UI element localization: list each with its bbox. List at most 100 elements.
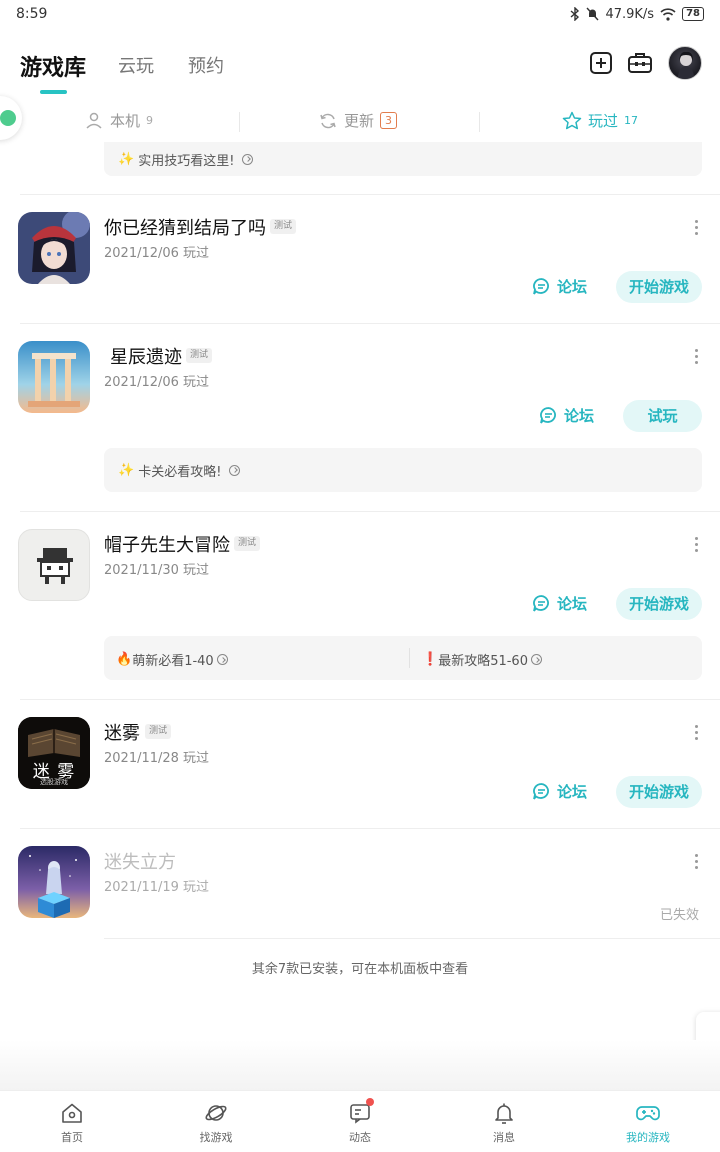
forum-label: 论坛 [557, 278, 588, 296]
header: 游戏库 云玩 预约 [0, 40, 720, 100]
tip-banner[interactable]: ✨ 卡关必看攻略! [104, 448, 702, 492]
game-title[interactable]: 迷失立方 [104, 848, 176, 874]
filter-row: 本机 9 更新 3 玩过 17 [0, 104, 720, 142]
tip-banner[interactable]: ✨ 实用技巧看这里! [104, 142, 702, 176]
active-tab-indicator [40, 90, 67, 94]
nav-label: 首页 [61, 1131, 83, 1144]
more-options-icon[interactable] [694, 537, 700, 555]
more-options-icon[interactable] [694, 220, 700, 238]
chat-bubble-icon [533, 278, 549, 295]
divider [20, 699, 720, 700]
start-game-button[interactable]: 开始游戏 [616, 271, 702, 303]
nav-find-games[interactable]: 找游戏 [171, 1101, 261, 1145]
chat-bubble-icon [533, 783, 549, 800]
game-library-page: 8:59 47.9K/s 78 游戏库 云玩 预约 本机 9 更新 3 玩过 1… [0, 0, 720, 1152]
tab-reserve[interactable]: 预约 [188, 52, 224, 78]
nav-label: 找游戏 [199, 1131, 233, 1144]
sparkle-icon: ✨ [118, 462, 135, 478]
user-avatar[interactable] [668, 46, 702, 80]
tip-banner-split: 🔥 萌新必看1-40 ❗ 最新攻略51-60 [104, 636, 702, 680]
game-title[interactable]: 你已经猜到结局了吗 [104, 214, 266, 240]
game-icon-star-ruins[interactable] [18, 341, 90, 413]
arrow-circle-icon [216, 654, 228, 665]
nav-messages[interactable]: 消息 [459, 1101, 549, 1145]
forum-button[interactable]: 论坛 [532, 781, 587, 802]
trial-play-button[interactable]: 试玩 [623, 400, 702, 432]
game-played-date: 2021/11/19 玩过 [104, 880, 210, 895]
bell-icon [495, 1103, 513, 1124]
exclamation-icon: ❗ [422, 652, 439, 667]
hat-character-icon [37, 548, 73, 584]
nav-label: 动态 [349, 1131, 371, 1144]
test-tag: 测试 [186, 348, 213, 363]
star-icon [562, 111, 582, 129]
forum-button[interactable]: 论坛 [532, 276, 587, 297]
refresh-icon [320, 113, 336, 128]
more-options-icon[interactable] [694, 854, 700, 872]
game-played-date: 2021/11/28 玩过 [104, 751, 210, 766]
bottom-fade [0, 1040, 720, 1090]
tab-cloud-play[interactable]: 云玩 [118, 52, 154, 78]
game-icon-hat-adventure[interactable] [18, 529, 90, 601]
nav-my-games[interactable]: 我的游戏 [603, 1101, 693, 1145]
expired-status: 已失效 [660, 908, 700, 923]
tip-newbie-link[interactable]: 🔥 萌新必看1-40 [116, 650, 228, 669]
nav-home[interactable]: 首页 [27, 1101, 117, 1145]
add-icon[interactable] [588, 50, 614, 76]
notification-dot [366, 1098, 374, 1106]
status-indicators: 47.9K/s 78 [570, 7, 704, 22]
update-count-badge: 3 [380, 112, 398, 129]
tip-latest-link[interactable]: ❗ 最新攻略51-60 [422, 650, 542, 669]
game-played-date: 2021/12/06 玩过 [104, 375, 210, 390]
tab-game-library[interactable]: 游戏库 [20, 50, 86, 82]
mute-bell-icon [586, 7, 599, 21]
game-title[interactable]: 迷雾 [104, 719, 140, 745]
filter-local[interactable]: 本机 9 [84, 110, 153, 131]
status-time: 8:59 [16, 6, 48, 22]
game-icon-mist[interactable]: 迷 雾 选股游戏 [18, 717, 90, 789]
game-played-date: 2021/12/06 玩过 [104, 246, 210, 261]
nav-label: 我的游戏 [626, 1131, 670, 1144]
battery-indicator: 78 [682, 7, 704, 21]
start-game-button[interactable]: 开始游戏 [616, 588, 702, 620]
arrow-circle-icon [530, 654, 542, 665]
more-options-icon[interactable] [694, 725, 700, 743]
filter-played[interactable]: 玩过 17 [562, 110, 638, 131]
test-tag: 测试 [234, 536, 261, 551]
chat-bubble-icon [540, 407, 556, 424]
test-tag: 测试 [145, 724, 172, 739]
game-title[interactable]: 帽子先生大冒险 [104, 531, 230, 557]
game-icon-lost-cube[interactable] [18, 846, 90, 918]
planet-icon [205, 1105, 227, 1121]
status-bar: 8:59 47.9K/s 78 [0, 0, 720, 28]
more-options-icon[interactable] [694, 349, 700, 367]
tip-text: 萌新必看1-40 [132, 654, 214, 669]
filter-divider [239, 112, 240, 132]
tip-divider [409, 648, 410, 668]
filter-played-count: 17 [624, 114, 639, 127]
nav-feed[interactable]: 动态 [315, 1098, 405, 1145]
cube-girl-icon [18, 846, 90, 918]
filter-played-label: 玩过 [588, 112, 619, 130]
anime-girl-icon [18, 212, 90, 284]
forum-button[interactable]: 论坛 [539, 405, 594, 426]
forum-label: 论坛 [557, 783, 588, 801]
tip-text: 卡关必看攻略! [138, 464, 222, 480]
game-icon-ending[interactable] [18, 212, 90, 284]
divider [20, 511, 720, 512]
forum-button[interactable]: 论坛 [532, 593, 587, 614]
forum-label: 论坛 [557, 595, 588, 613]
arrow-circle-icon [229, 464, 241, 476]
toolbox-icon[interactable] [627, 50, 653, 76]
filter-update[interactable]: 更新 3 [318, 110, 398, 131]
fire-icon: 🔥 [116, 652, 133, 667]
wifi-icon [660, 7, 676, 21]
game-title[interactable]: 星辰遗迹 [110, 343, 182, 369]
arrow-circle-icon [242, 153, 254, 165]
mist-icon-subtext: 选股游戏 [40, 778, 68, 786]
sparkle-icon: ✨ [118, 151, 135, 167]
person-icon [86, 112, 102, 129]
filter-divider [479, 112, 480, 132]
divider [20, 194, 720, 195]
start-game-button[interactable]: 开始游戏 [616, 776, 702, 808]
